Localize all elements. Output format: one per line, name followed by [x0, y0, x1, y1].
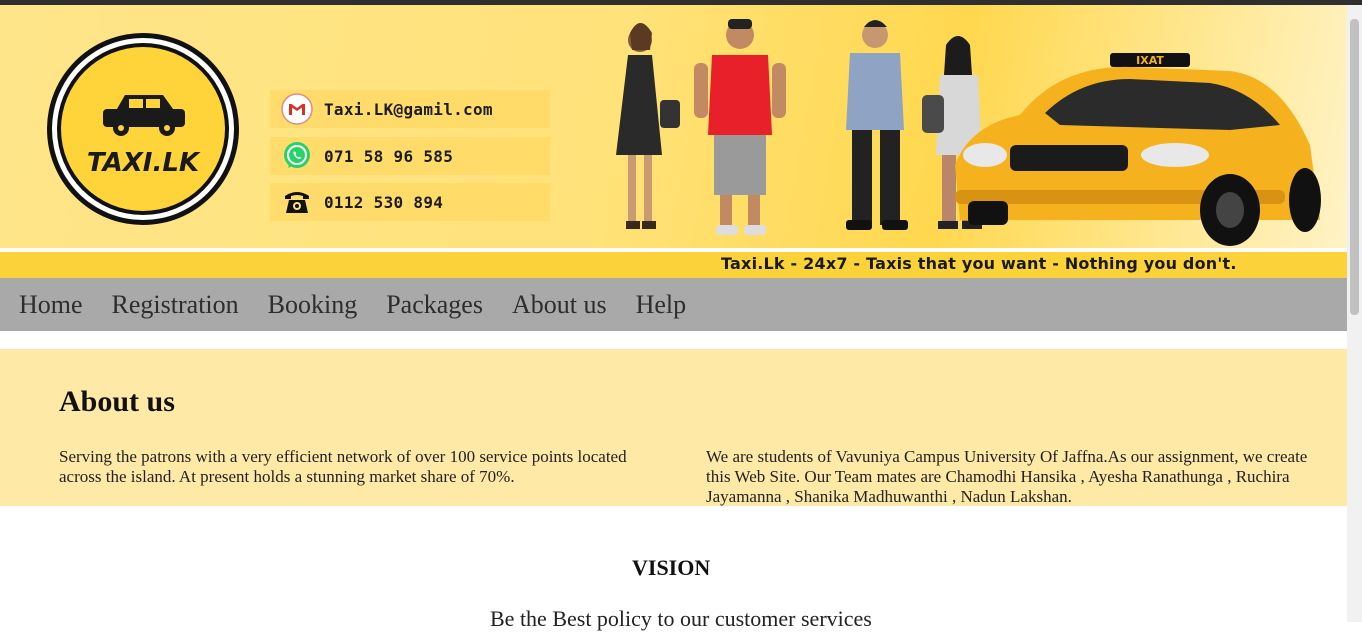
contact-email: Taxi.LK@gamil.com — [270, 90, 550, 128]
about-right-text: We are students of Vavuniya Campus Unive… — [706, 447, 1308, 506]
tagline-bar: Taxi.Lk - 24x7 - Taxis that you want - N… — [0, 252, 1347, 278]
contact-phone: 0112 530 894 — [270, 183, 550, 221]
logo-text: TAXI.LK — [87, 148, 201, 178]
person-man-red-shirt-icon — [694, 19, 786, 235]
nav-about-us[interactable]: About us — [512, 290, 607, 320]
vision-title: VISION — [632, 555, 711, 580]
person-woman-dress-icon — [616, 23, 680, 229]
header-banner: TAXI.LK Taxi.LK@gamil.com 071 58 96 585 … — [0, 5, 1347, 248]
nav-registration[interactable]: Registration — [112, 290, 239, 320]
tagline-text: Taxi.Lk - 24x7 - Taxis that you want - N… — [721, 254, 1237, 273]
email-text[interactable]: Taxi.LK@gamil.com — [324, 100, 493, 119]
contact-whatsapp: 071 58 96 585 — [270, 137, 550, 175]
taxi-logo[interactable]: TAXI.LK — [45, 31, 241, 227]
nav-home[interactable]: Home — [19, 290, 83, 320]
gmail-icon — [280, 92, 314, 126]
taxi-car-icon: IXAT — [955, 53, 1321, 246]
whatsapp-icon — [280, 139, 314, 173]
about-left-text: Serving the patrons with a very efficien… — [59, 447, 627, 486]
page: TAXI.LK Taxi.LK@gamil.com 071 58 96 585 … — [0, 5, 1347, 622]
whatsapp-number[interactable]: 071 58 96 585 — [324, 147, 453, 166]
about-section: About us Serving the patrons with a very… — [0, 349, 1347, 506]
phone-number[interactable]: 0112 530 894 — [324, 193, 443, 212]
about-title: About us — [59, 385, 175, 418]
vision-text: Be the Best policy to our customer servi… — [490, 606, 872, 631]
hero-image: IXAT — [616, 19, 1321, 246]
nav-packages[interactable]: Packages — [386, 290, 483, 320]
vertical-scrollbar[interactable] — [1347, 5, 1362, 622]
main-nav: Home Registration Booking Packages About… — [0, 278, 1347, 331]
nav-booking[interactable]: Booking — [268, 290, 358, 320]
person-man-blue-jacket-icon — [846, 20, 908, 230]
scrollbar-thumb[interactable] — [1350, 19, 1359, 315]
svg-text:IXAT: IXAT — [1136, 54, 1164, 67]
telephone-icon — [280, 185, 314, 219]
nav-help[interactable]: Help — [636, 290, 687, 320]
